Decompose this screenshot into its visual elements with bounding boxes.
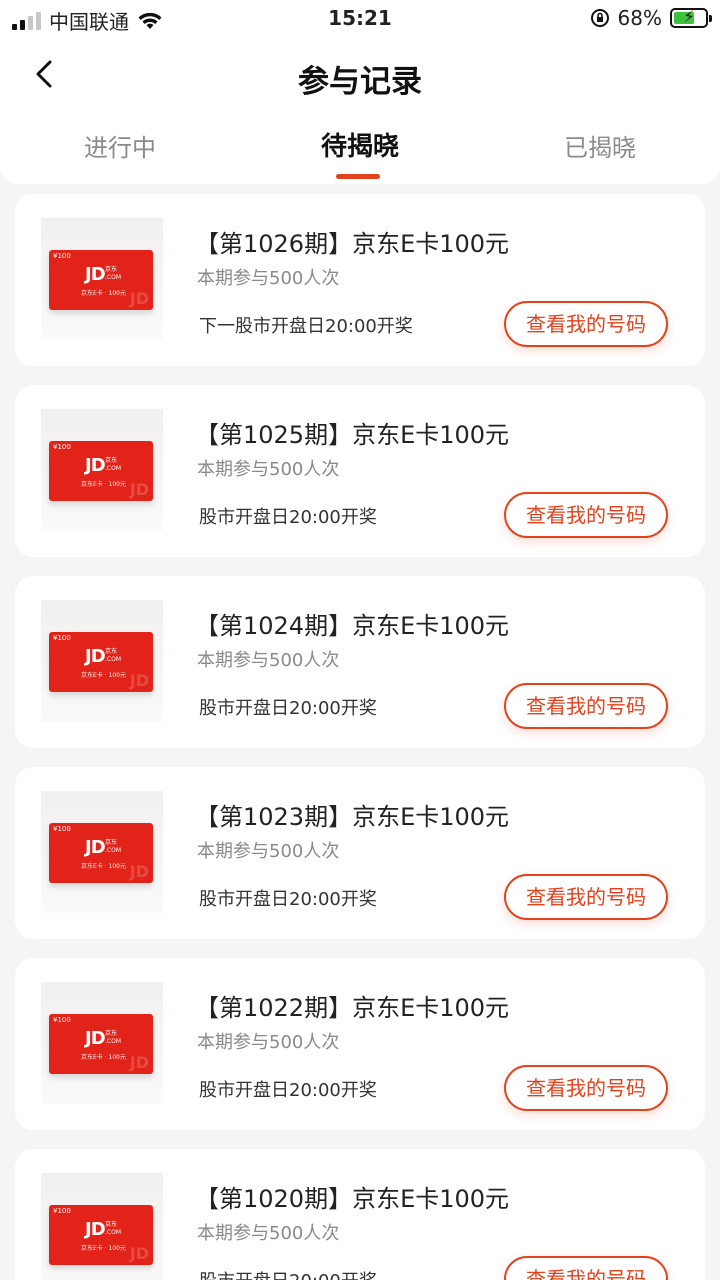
record-draw-time: 下一股市开盘日20:00开奖 bbox=[199, 316, 413, 337]
record-card[interactable]: ¥100 JD 京东 .COM 京东E卡 · 100元 JD 【第1023期】京东… bbox=[15, 767, 705, 939]
record-card[interactable]: ¥100 JD 京东 .COM 京东E卡 · 100元 JD 【第1022期】京东… bbox=[15, 958, 705, 1130]
battery-icon: ⚡ bbox=[670, 7, 712, 28]
jd-gift-card-image: ¥100 JD 京东 .COM 京东E卡 · 100元 JD bbox=[49, 823, 153, 883]
jd-gift-card-image: ¥100 JD 京东 .COM 京东E卡 · 100元 JD bbox=[49, 1014, 153, 1074]
jd-gift-card-image: ¥100 JD 京东 .COM 京东E卡 · 100元 JD bbox=[49, 441, 153, 501]
record-title: 【第1026期】京东E卡100元 bbox=[195, 230, 510, 258]
tab-bar: 进行中 待揭晓 已揭晓 bbox=[0, 112, 720, 184]
record-title: 【第1022期】京东E卡100元 bbox=[195, 994, 510, 1022]
record-participants: 本期参与500人次 bbox=[197, 650, 340, 671]
jd-gift-card-image: ¥100 JD 京东 .COM 京东E卡 · 100元 JD bbox=[49, 632, 153, 692]
battery-percent: 68% bbox=[617, 6, 662, 30]
record-card[interactable]: ¥100 JD 京东 .COM 京东E卡 · 100元 JD 【第1020期】京东… bbox=[15, 1149, 705, 1280]
view-my-numbers-button[interactable]: 查看我的号码 bbox=[504, 874, 668, 920]
jd-gift-card-image: ¥100 JD 京东 .COM 京东E卡 · 100元 JD bbox=[49, 1205, 153, 1265]
record-participants: 本期参与500人次 bbox=[197, 268, 340, 289]
record-card[interactable]: ¥100 JD 京东 .COM 京东E卡 · 100元 JD 【第1025期】京东… bbox=[15, 385, 705, 557]
record-title: 【第1024期】京东E卡100元 bbox=[195, 612, 510, 640]
tab-indicator bbox=[336, 174, 380, 179]
record-participants: 本期参与500人次 bbox=[197, 841, 340, 862]
tab-pending[interactable]: 待揭晓 bbox=[240, 126, 480, 163]
product-image: ¥100 JD 京东 .COM 京东E卡 · 100元 JD bbox=[41, 1173, 163, 1280]
record-participants: 本期参与500人次 bbox=[197, 1223, 340, 1244]
record-title: 【第1023期】京东E卡100元 bbox=[195, 803, 510, 831]
tab-revealed[interactable]: 已揭晓 bbox=[480, 128, 720, 163]
view-my-numbers-button[interactable]: 查看我的号码 bbox=[504, 492, 668, 538]
record-card[interactable]: ¥100 JD 京东 .COM 京东E卡 · 100元 JD 【第1024期】京东… bbox=[15, 576, 705, 748]
record-title: 【第1025期】京东E卡100元 bbox=[195, 421, 510, 449]
tab-in-progress[interactable]: 进行中 bbox=[0, 128, 240, 163]
product-image: ¥100 JD 京东 .COM 京东E卡 · 100元 JD bbox=[41, 600, 163, 722]
status-right: 68% ⚡ bbox=[590, 6, 712, 30]
product-image: ¥100 JD 京东 .COM 京东E卡 · 100元 JD bbox=[41, 218, 163, 340]
record-draw-time: 股市开盘日20:00开奖 bbox=[199, 1080, 377, 1101]
record-draw-time: 股市开盘日20:00开奖 bbox=[199, 698, 377, 719]
status-bar: 中国联通 15:21 68% ⚡ bbox=[0, 0, 720, 40]
record-participants: 本期参与500人次 bbox=[197, 459, 340, 480]
record-card[interactable]: ¥100 JD 京东 .COM 京东E卡 · 100元 JD 【第1026期】京东… bbox=[15, 194, 705, 366]
jd-gift-card-image: ¥100 JD 京东 .COM 京东E卡 · 100元 JD bbox=[49, 250, 153, 310]
page-title: 参与记录 bbox=[298, 64, 422, 100]
nav-bar: 参与记录 bbox=[0, 40, 720, 112]
view-my-numbers-button[interactable]: 查看我的号码 bbox=[504, 683, 668, 729]
record-participants: 本期参与500人次 bbox=[197, 1032, 340, 1053]
view-my-numbers-button[interactable]: 查看我的号码 bbox=[504, 301, 668, 347]
record-draw-time: 股市开盘日20:00开奖 bbox=[199, 889, 377, 910]
view-my-numbers-button[interactable]: 查看我的号码 bbox=[504, 1256, 668, 1280]
orientation-lock-icon bbox=[590, 9, 609, 27]
record-title: 【第1020期】京东E卡100元 bbox=[195, 1185, 510, 1213]
product-image: ¥100 JD 京东 .COM 京东E卡 · 100元 JD bbox=[41, 791, 163, 913]
record-draw-time: 股市开盘日20:00开奖 bbox=[199, 507, 377, 528]
product-image: ¥100 JD 京东 .COM 京东E卡 · 100元 JD bbox=[41, 982, 163, 1104]
record-draw-time: 股市开盘日20:00开奖 bbox=[199, 1267, 377, 1280]
product-image: ¥100 JD 京东 .COM 京东E卡 · 100元 JD bbox=[41, 409, 163, 531]
view-my-numbers-button[interactable]: 查看我的号码 bbox=[504, 1065, 668, 1111]
